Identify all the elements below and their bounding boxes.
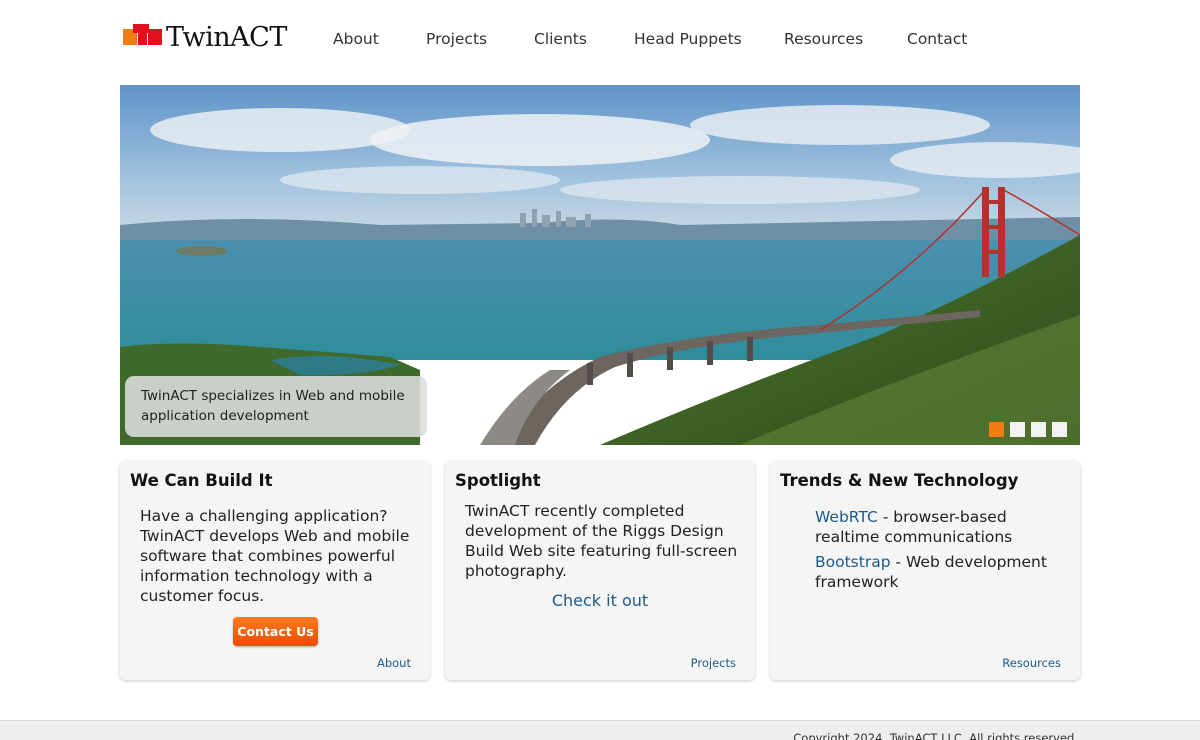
trends-item-webrtc: WebRTC - browser-based realtime communic… <box>815 507 1065 547</box>
nav-clients[interactable]: Clients <box>534 30 587 48</box>
site-footer: Copyright 2024, TwinACT LLC. All rights … <box>0 720 1200 740</box>
webrtc-link[interactable]: WebRTC <box>815 508 878 526</box>
nav-resources[interactable]: Resources <box>784 30 863 48</box>
brand-name: TwinACT <box>166 21 287 53</box>
site-header: TwinACT About Projects Clients Head Pupp… <box>0 0 1200 80</box>
slide-dot-4[interactable] <box>1052 422 1067 437</box>
hero-caption: TwinACT specializes in Web and mobile ap… <box>125 376 427 437</box>
twinact-blocks-logo-icon <box>122 24 162 50</box>
projects-link[interactable]: Projects <box>691 656 736 670</box>
nav-about[interactable]: About <box>333 30 379 48</box>
trends-item-bootstrap: Bootstrap - Web development framework <box>815 552 1065 592</box>
trends-card: Trends & New Technology WebRTC - browser… <box>770 461 1080 680</box>
build-card-title: We Can Build It <box>130 471 273 490</box>
about-link[interactable]: About <box>377 656 411 670</box>
build-card-body: Have a challenging application? TwinACT … <box>140 507 410 605</box>
check-it-out-link[interactable]: Check it out <box>445 591 755 610</box>
trends-card-title: Trends & New Technology <box>780 471 1019 490</box>
nav-contact[interactable]: Contact <box>907 30 967 48</box>
slide-dot-2[interactable] <box>1010 422 1025 437</box>
brand-logo[interactable]: TwinACT <box>122 21 287 53</box>
spotlight-card-title: Spotlight <box>455 471 541 490</box>
hero-slideshow: TwinACT specializes in Web and mobile ap… <box>120 85 1080 445</box>
slide-indicators <box>989 422 1067 437</box>
nav-head-puppets[interactable]: Head Puppets <box>634 30 742 48</box>
build-card: We Can Build It Have a challenging appli… <box>120 461 430 680</box>
bootstrap-link[interactable]: Bootstrap <box>815 553 891 571</box>
slide-dot-1[interactable] <box>989 422 1004 437</box>
spotlight-card: Spotlight TwinACT recently completed dev… <box>445 461 755 680</box>
resources-link[interactable]: Resources <box>1002 656 1061 670</box>
slide-dot-3[interactable] <box>1031 422 1046 437</box>
spotlight-card-body: TwinACT recently completed development o… <box>465 502 738 580</box>
copyright-text: Copyright 2024, TwinACT LLC. All rights … <box>793 731 1078 740</box>
contact-us-button[interactable]: Contact Us <box>233 617 318 646</box>
nav-projects[interactable]: Projects <box>426 30 487 48</box>
